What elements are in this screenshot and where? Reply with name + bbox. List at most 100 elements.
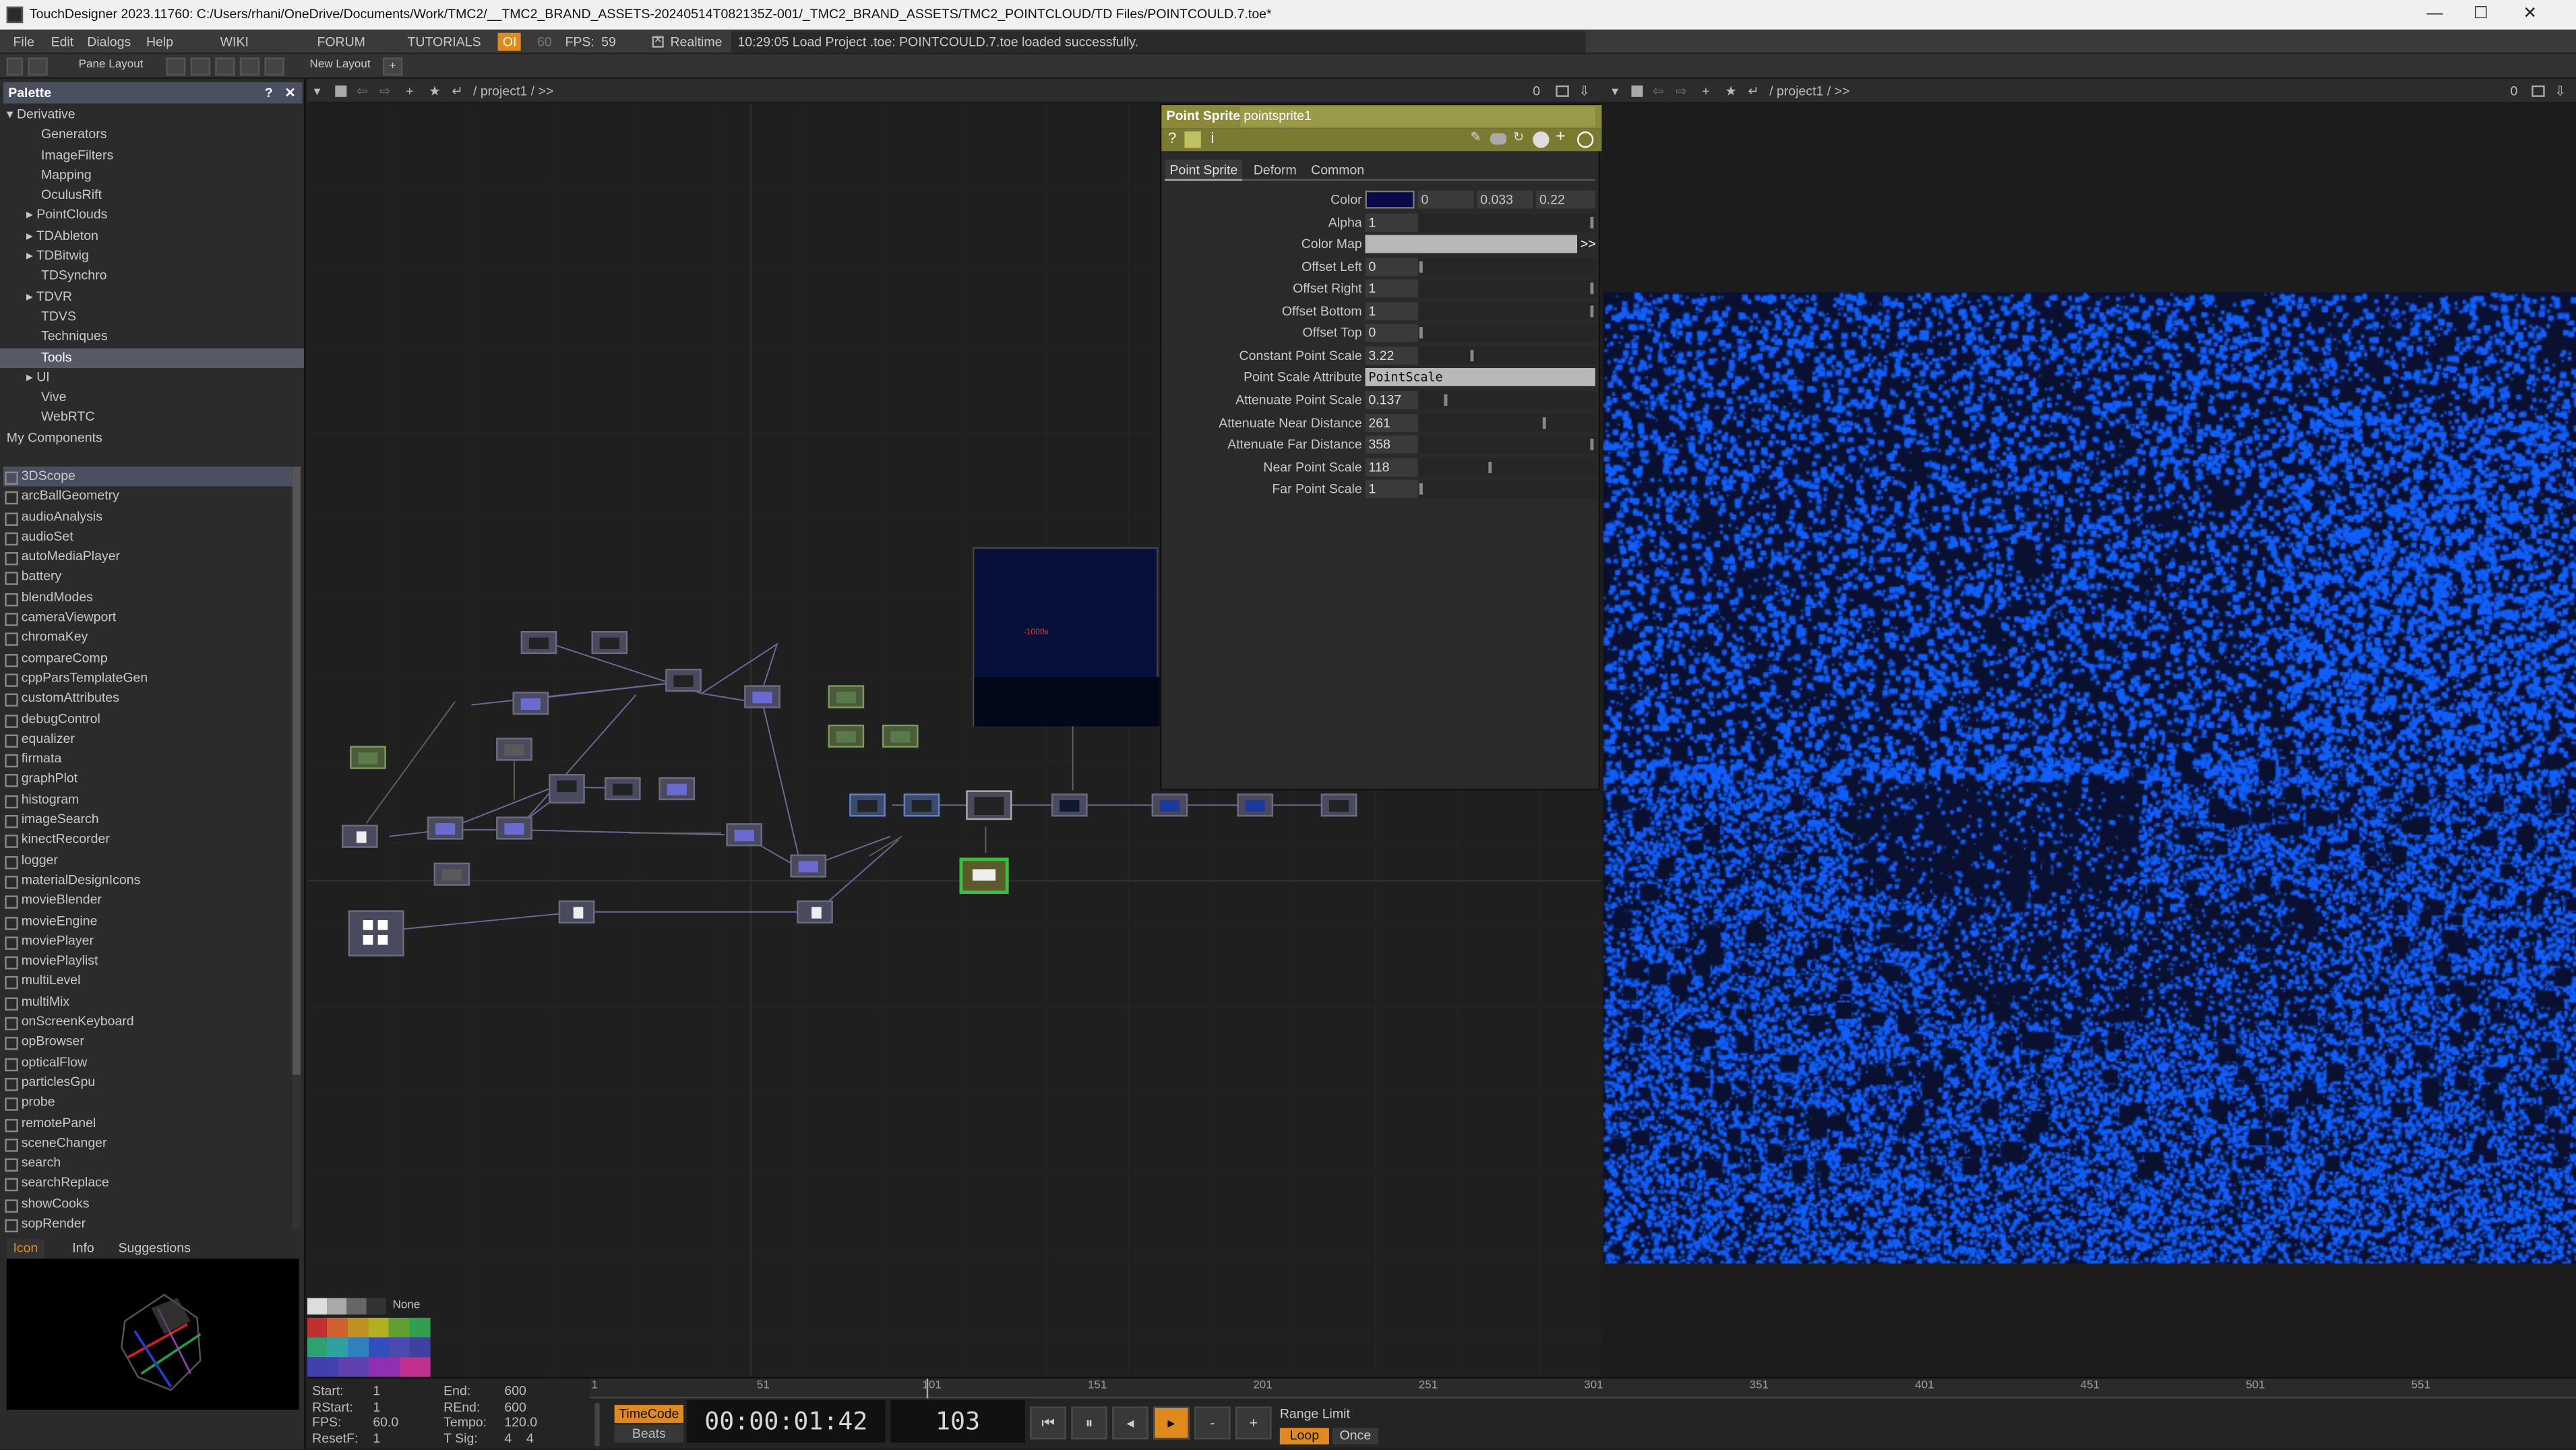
component-list-item[interactable]: onScreenKeyboard <box>3 1013 293 1033</box>
selected-camera-node[interactable] <box>959 857 1009 894</box>
decrement-button[interactable]: - <box>1194 1406 1231 1440</box>
component-list-item[interactable]: equalizer <box>3 729 293 750</box>
palette-tree-item[interactable]: ▸ UI <box>0 368 304 388</box>
component-list-item[interactable]: opBrowser <box>3 1033 293 1053</box>
component-list-item[interactable]: autoMediaPlayer <box>3 547 293 568</box>
param-value-field[interactable]: 1 <box>1365 213 1418 232</box>
component-list-item[interactable]: logger <box>3 851 293 871</box>
slider-handle[interactable] <box>1419 261 1423 273</box>
operator-node[interactable] <box>828 685 865 708</box>
viewer-stop-icon[interactable] <box>1631 85 1643 97</box>
network-stop-icon[interactable] <box>335 85 347 97</box>
operator-node[interactable] <box>1237 793 1274 817</box>
component-list-item[interactable]: histogram <box>3 790 293 810</box>
new-layout-button[interactable]: New Layout <box>301 57 379 75</box>
beats-toggle-button[interactable]: Beats <box>614 1424 683 1443</box>
palette-tree-item[interactable]: ▸ TDAbleton <box>0 226 304 247</box>
viewer-bookmark-icon[interactable]: ★ <box>1725 79 1736 104</box>
param-help-icon[interactable]: ? <box>1168 130 1176 146</box>
param-comment-icon[interactable] <box>1490 133 1507 145</box>
operator-node[interactable] <box>433 862 470 886</box>
tab-suggestions[interactable]: Suggestions <box>112 1239 197 1259</box>
param-slider[interactable] <box>1419 458 1597 477</box>
network-path[interactable]: / project1 / >> <box>473 79 553 104</box>
container-node[interactable] <box>348 910 404 957</box>
timecode-toggle-button[interactable]: TimeCode <box>614 1405 683 1423</box>
network-pin-icon[interactable]: ⇩ <box>1578 79 1589 104</box>
operator-node[interactable] <box>903 793 940 817</box>
palette-tree-item[interactable]: TDVS <box>0 307 304 328</box>
param-reset-icon[interactable]: ↻ <box>1513 130 1524 145</box>
layout-split-h-icon[interactable] <box>190 57 210 76</box>
network-menu-icon[interactable]: ▾ <box>314 79 321 104</box>
component-list-item[interactable]: remotePanel <box>3 1113 293 1133</box>
param-value-field[interactable]: 358 <box>1365 435 1418 454</box>
component-list-item[interactable]: multiMix <box>3 992 293 1013</box>
fps-field[interactable]: 60.0 <box>373 1415 398 1430</box>
network-bookmark-icon[interactable]: ★ <box>429 79 440 104</box>
palette-close-button[interactable]: ✕ <box>284 82 295 104</box>
operator-node[interactable] <box>520 631 557 655</box>
component-list-item[interactable]: opticalFlow <box>3 1052 293 1073</box>
param-python-icon[interactable] <box>1184 131 1201 148</box>
component-list-item[interactable]: blendModes <box>3 588 293 608</box>
slider-handle[interactable] <box>1488 461 1492 473</box>
param-value-field[interactable]: 3.22 <box>1365 346 1418 365</box>
viewer-add-icon[interactable]: + <box>1702 79 1709 104</box>
param-value-field[interactable]: 1 <box>1365 479 1418 498</box>
palette-tree-item[interactable]: ▸ TDVR <box>0 287 304 307</box>
operator-node[interactable] <box>591 631 628 655</box>
param-value-field[interactable]: 1 <box>1365 302 1418 321</box>
menu-edit[interactable]: Edit <box>51 30 74 55</box>
slider-handle[interactable] <box>1542 417 1546 429</box>
operator-node[interactable] <box>496 737 532 761</box>
component-list-item[interactable]: moviePlaylist <box>3 952 293 972</box>
operator-node[interactable] <box>882 724 919 748</box>
component-list-item[interactable]: searchReplace <box>3 1174 293 1194</box>
rend-value[interactable]: 600 <box>504 1399 526 1414</box>
param-language-icon[interactable] <box>1533 131 1550 148</box>
color-map-browse-button[interactable]: >> <box>1581 235 1596 255</box>
forum-link[interactable]: FORUM <box>317 30 365 55</box>
palette-tree-item[interactable]: ▸ PointClouds <box>0 206 304 226</box>
palette-tree-item[interactable]: Techniques <box>0 328 304 348</box>
palette-help-button[interactable]: ? <box>265 82 273 104</box>
pause-button[interactable]: ⏸ <box>1071 1406 1107 1440</box>
operator-node[interactable] <box>512 692 549 715</box>
operator-node[interactable] <box>549 774 585 804</box>
slider-handle[interactable] <box>1419 327 1423 339</box>
point-scale-attribute-field[interactable]: PointScale <box>1365 368 1595 386</box>
layout-triple-icon[interactable] <box>239 57 260 76</box>
viewer-pin-icon[interactable]: ⇩ <box>2554 79 2565 104</box>
param-slider[interactable] <box>1419 391 1597 409</box>
resetf-value[interactable]: 1 <box>373 1430 380 1445</box>
component-list-item[interactable]: moviePlayer <box>3 932 293 952</box>
param-value-field[interactable]: 0 <box>1365 258 1418 276</box>
component-list-item[interactable]: debugControl <box>3 709 293 729</box>
param-slider[interactable] <box>1419 324 1597 342</box>
component-list-item[interactable]: sopRender <box>3 1214 293 1234</box>
layout-quad-icon[interactable] <box>264 57 284 76</box>
end-value[interactable]: 600 <box>504 1383 526 1398</box>
pane-icon[interactable] <box>6 57 24 76</box>
viewer-maximize-icon[interactable] <box>2532 85 2545 97</box>
component-list-item[interactable]: graphPlot <box>3 770 293 790</box>
once-button[interactable]: Once <box>1332 1428 1379 1445</box>
component-list-item[interactable]: movieEngine <box>3 911 293 932</box>
operator-node[interactable] <box>427 816 464 840</box>
operator-node[interactable] <box>1051 793 1088 817</box>
component-list-item[interactable]: movieBlender <box>3 891 293 911</box>
render-viewer[interactable] <box>1601 103 2576 1377</box>
viewer-forward-icon[interactable]: ⇨ <box>1676 79 1686 104</box>
param-edit-icon[interactable]: ✎ <box>1471 130 1481 145</box>
menu-dialogs[interactable]: Dialogs <box>87 30 131 55</box>
operator-node[interactable] <box>1320 793 1357 817</box>
param-value-field[interactable]: 261 <box>1365 414 1418 433</box>
operator-node[interactable] <box>726 823 762 847</box>
tempo-value[interactable]: 120.0 <box>504 1415 537 1430</box>
param-op-name[interactable]: pointsprite1 <box>1240 107 1595 127</box>
operator-node[interactable] <box>342 824 378 848</box>
palette-tree-item[interactable]: ▸ TDBitwig <box>0 247 304 267</box>
component-list-item[interactable]: probe <box>3 1093 293 1113</box>
component-list-item[interactable]: audioSet <box>3 527 293 547</box>
